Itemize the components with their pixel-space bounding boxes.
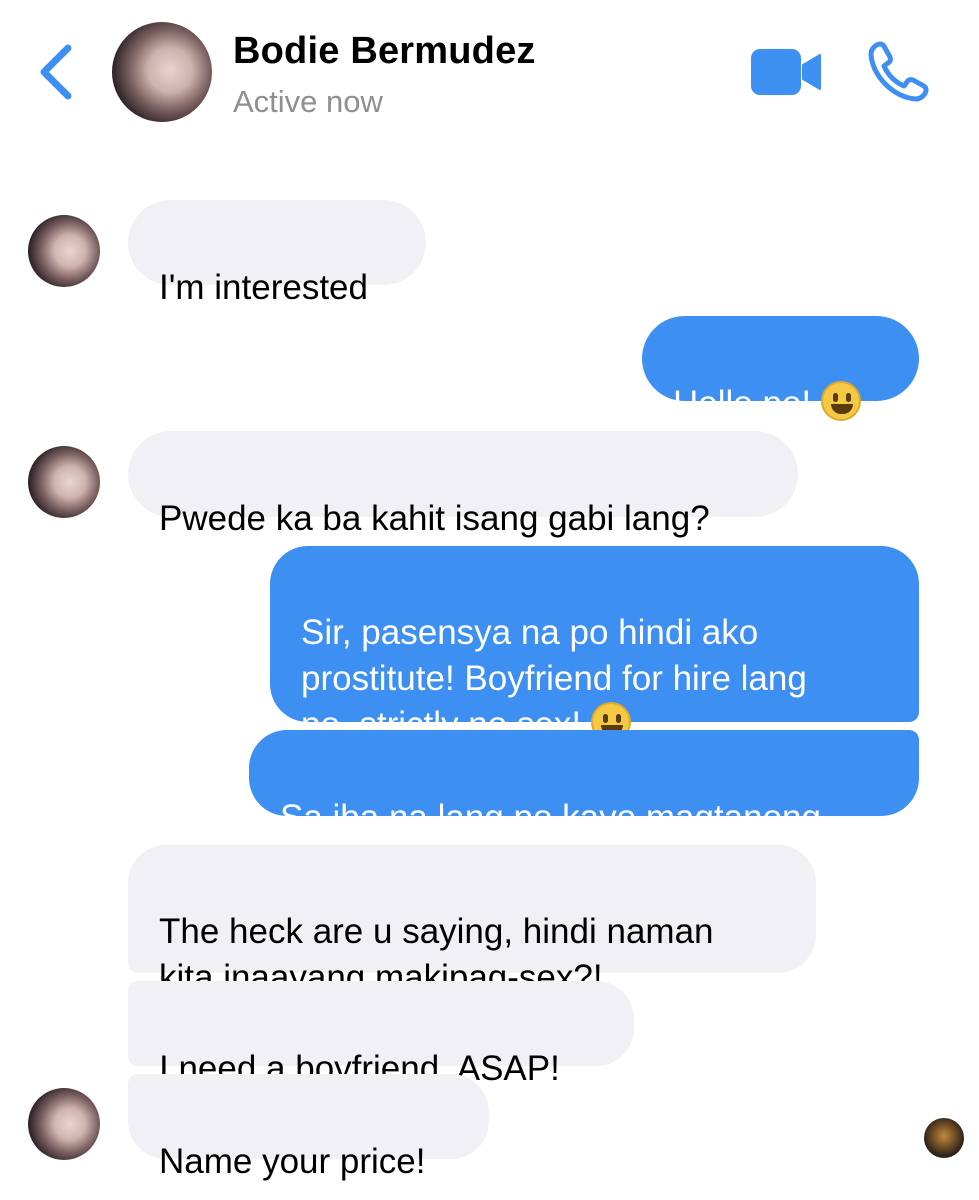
incoming-message[interactable]: The heck are u saying, hindi naman kita …: [128, 845, 816, 997]
incoming-message[interactable]: Name your price!: [128, 1074, 489, 1181]
contact-avatar-small[interactable]: [28, 215, 100, 287]
back-chevron-icon[interactable]: [34, 42, 78, 102]
active-status: Active now: [233, 84, 383, 119]
message-text: Name your price!: [159, 1142, 426, 1181]
incoming-message[interactable]: Pwede ka ba kahit isang gabi lang?: [128, 431, 798, 538]
phone-icon[interactable]: [866, 40, 930, 104]
message-text: Sir, pasensya na po hindi ako prostitute…: [301, 613, 807, 744]
message-text: Pwede ka ba kahit isang gabi lang?: [159, 499, 710, 538]
contact-avatar-small[interactable]: [28, 446, 100, 518]
message-text: Hello po!: [673, 384, 812, 423]
incoming-message[interactable]: I'm interested: [128, 200, 426, 307]
contact-avatar-small[interactable]: [28, 1088, 100, 1160]
outgoing-message[interactable]: Hello po!: [642, 316, 919, 423]
outgoing-message[interactable]: Sa iba na lang po kayo magtanong.: [249, 730, 919, 837]
contact-avatar[interactable]: [112, 22, 212, 122]
contact-name[interactable]: Bodie Bermudez: [233, 30, 536, 73]
grinning-face-emoji-icon: [821, 381, 862, 421]
message-text: Sa iba na lang po kayo magtanong.: [280, 798, 831, 837]
read-receipt-avatar: [924, 1118, 964, 1158]
incoming-message[interactable]: I need a boyfriend, ASAP!: [128, 981, 634, 1088]
video-camera-icon[interactable]: [750, 46, 822, 98]
outgoing-message[interactable]: Sir, pasensya na po hindi ako prostitute…: [270, 546, 919, 744]
message-text: I'm interested: [159, 268, 368, 307]
